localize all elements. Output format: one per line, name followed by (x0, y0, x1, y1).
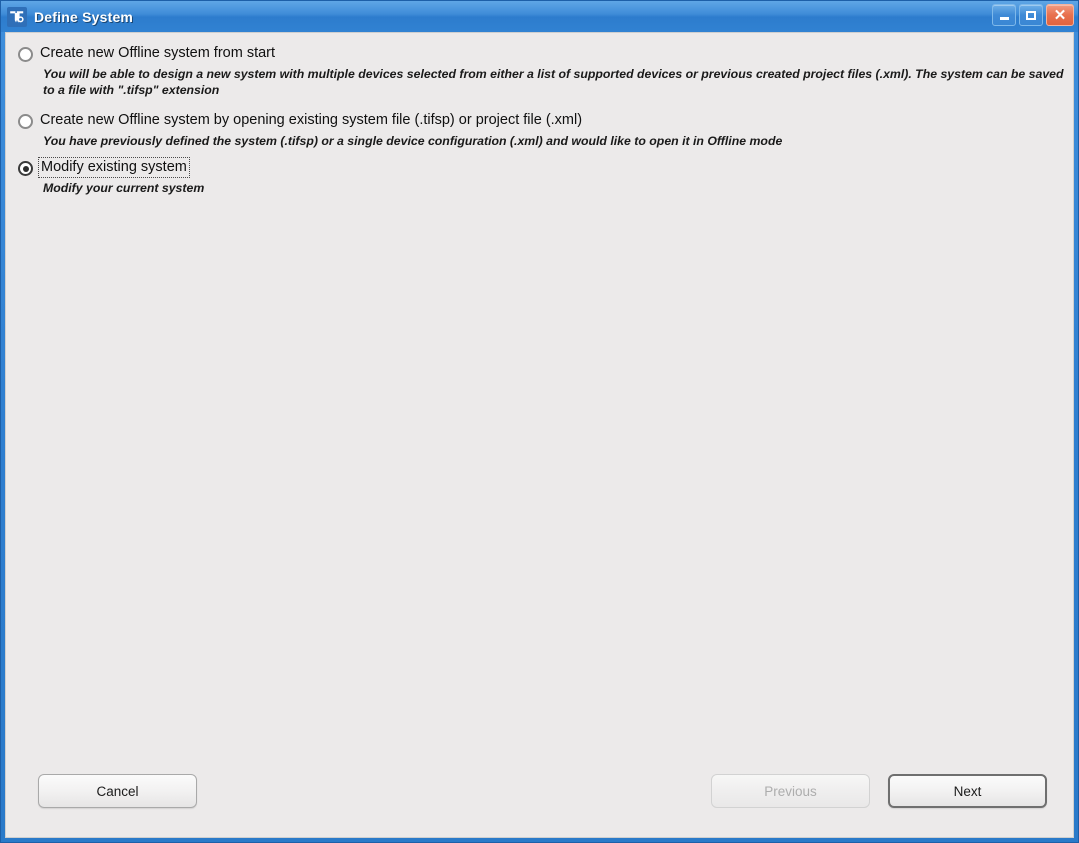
option-label: Modify existing system (38, 157, 190, 178)
option-create-new-offline-from-start[interactable]: Create new Offline system from start (18, 45, 1073, 62)
next-button[interactable]: Next (888, 774, 1047, 808)
maximize-button[interactable] (1019, 4, 1043, 26)
title-bar[interactable]: Define System ✕ (1, 1, 1078, 32)
cancel-button[interactable]: Cancel (38, 774, 197, 808)
dialog-footer: Cancel Previous Next (6, 773, 1073, 809)
option-description: Modify your current system (43, 181, 205, 195)
define-system-window: Define System ✕ Create new Offline syste… (0, 0, 1079, 843)
window-controls: ✕ (992, 4, 1074, 26)
client-area-wrapper: Create new Offline system from start You… (1, 32, 1078, 842)
option-create-new-offline-from-file[interactable]: Create new Offline system by opening exi… (18, 112, 1073, 129)
radio-button-create-new-offline-from-file[interactable] (18, 114, 33, 129)
window-title: Define System (34, 8, 134, 25)
previous-button: Previous (711, 774, 870, 808)
minimize-button[interactable] (992, 4, 1016, 26)
option-label: Create new Offline system by opening exi… (40, 112, 583, 128)
option-modify-existing-system[interactable]: Modify existing system (18, 157, 1073, 178)
radio-button-modify-existing-system[interactable] (18, 161, 33, 176)
option-label: Create new Offline system from start (40, 45, 276, 61)
system-mode-option-list: Create new Offline system from start You… (6, 33, 1073, 196)
close-icon: ✕ (1053, 6, 1067, 24)
maximize-icon (1026, 10, 1036, 20)
option-description: You have previously defined the system (… (43, 134, 783, 148)
radio-button-create-new-offline-from-start[interactable] (18, 47, 33, 62)
navigation-button-group: Previous Next (711, 774, 1047, 808)
texas-instruments-logo-icon (7, 6, 27, 27)
option-description: You will be able to design a new system … (43, 67, 1064, 97)
minimize-icon (999, 17, 1009, 20)
close-button[interactable]: ✕ (1046, 4, 1074, 26)
dialog-content: Create new Offline system from start You… (5, 32, 1074, 838)
